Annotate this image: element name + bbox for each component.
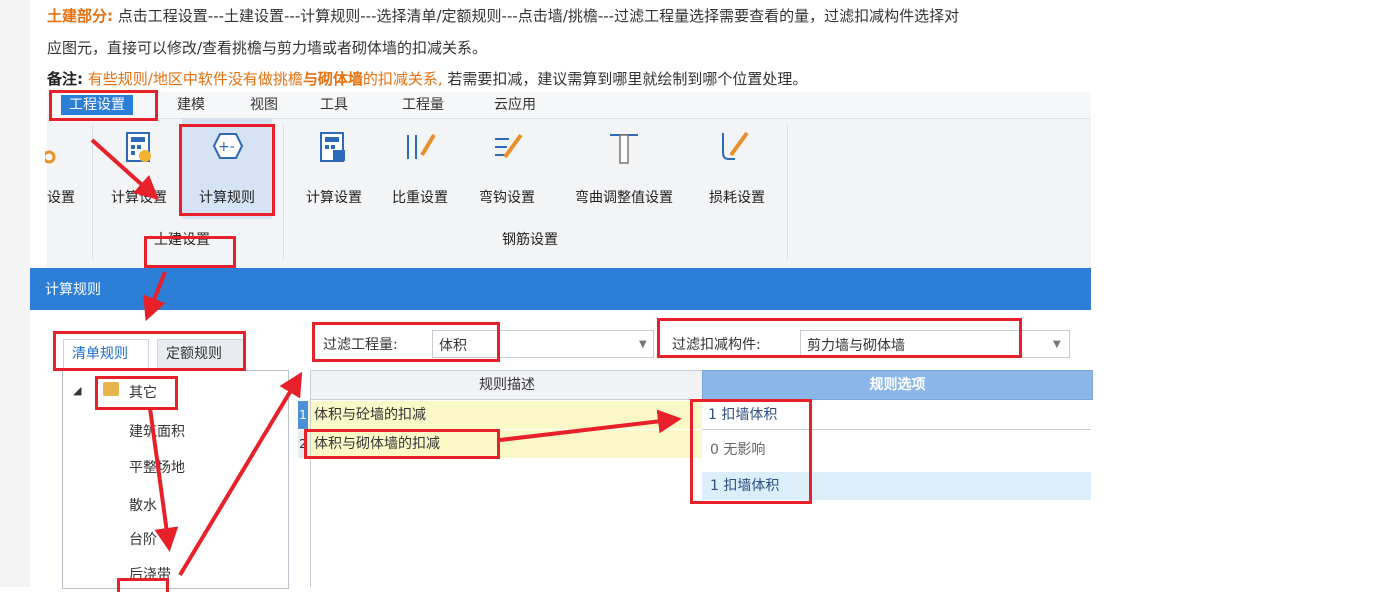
arrow [499,409,682,442]
arrow [90,138,159,201]
arrow [148,407,179,552]
arrow [178,371,303,577]
arrow [143,271,167,322]
annotation-arrows [90,138,682,577]
